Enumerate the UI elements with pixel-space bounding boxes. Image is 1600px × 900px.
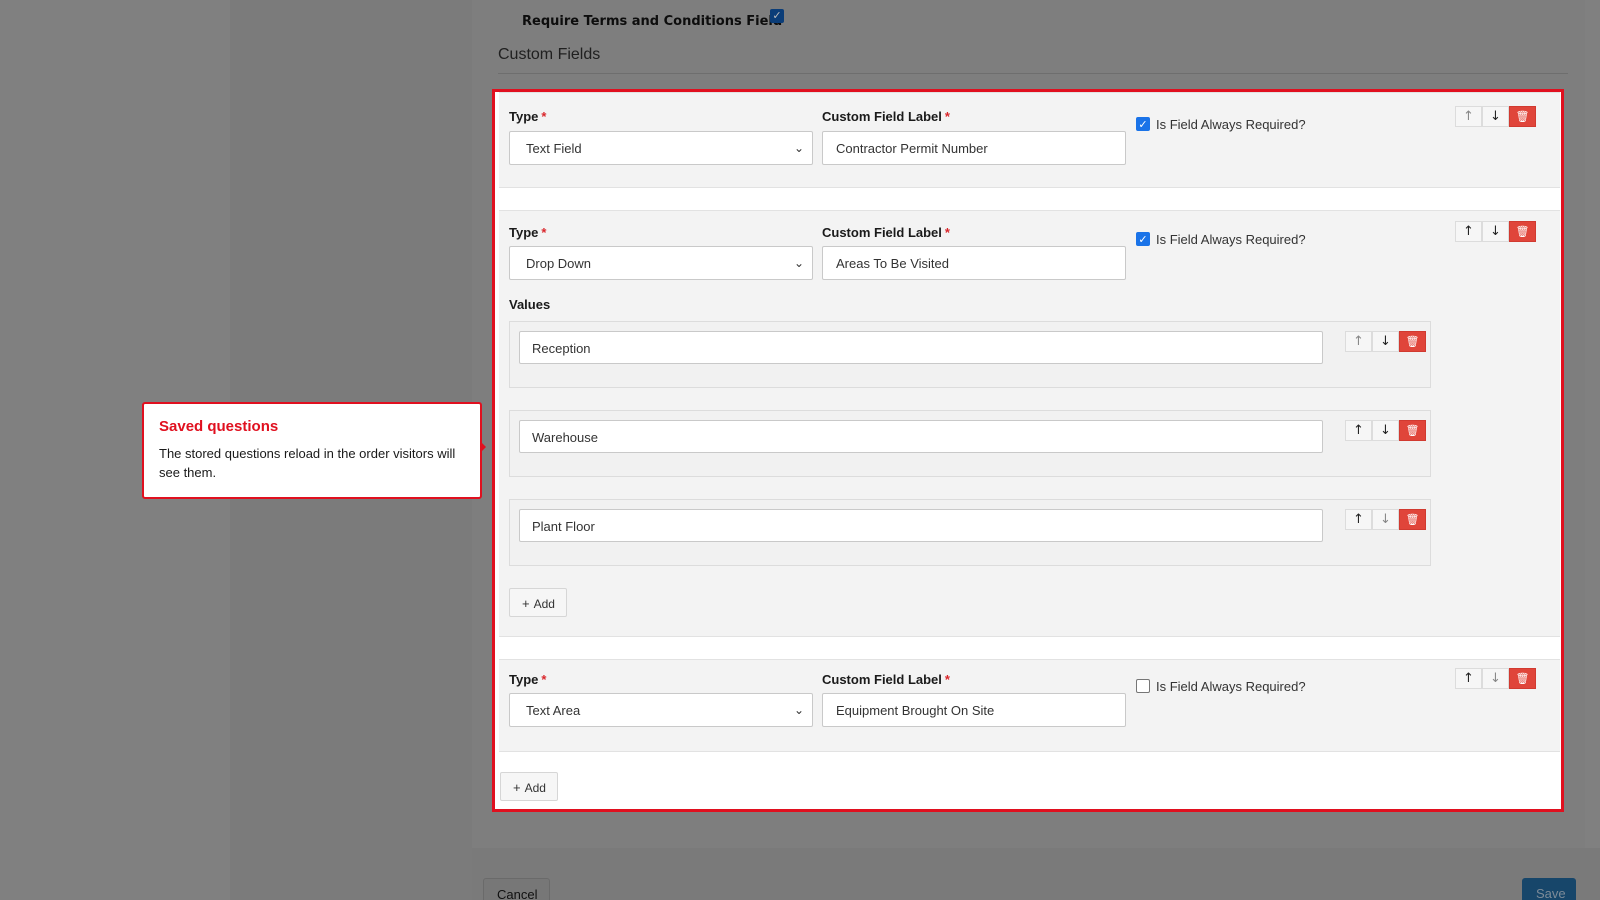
custom-fields-highlight: Type * Text Field ⌄ Custom Field Label * C… (492, 89, 1564, 812)
value-input[interactable]: Reception (519, 331, 1323, 364)
type-select[interactable]: Text Area ⌄ (509, 693, 813, 727)
cancel-button[interactable]: Cancel (483, 878, 550, 900)
always-required-checkbox[interactable]: ✓ (1136, 232, 1150, 246)
arrow-down-icon: ↓ (1490, 224, 1501, 239)
arrow-up-icon: ↑ (1353, 334, 1364, 349)
arrow-up-icon: ↑ (1353, 512, 1364, 527)
move-up-button[interactable]: ↑ (1455, 668, 1482, 689)
type-label: Type * (509, 225, 547, 240)
move-up-button[interactable]: ↑ (1345, 509, 1372, 530)
tooltip-title: Saved questions (159, 418, 279, 435)
chevron-down-icon: ⌄ (793, 703, 804, 717)
custom-field-card: Type * Text Area ⌄ Custom Field Label * Eq… (499, 659, 1560, 752)
chevron-down-icon: ⌄ (793, 256, 804, 270)
arrow-down-icon: ↓ (1490, 671, 1501, 686)
arrow-down-icon: ↓ (1490, 109, 1501, 124)
move-up-button[interactable]: ↑ (1345, 420, 1372, 441)
arrow-up-icon: ↑ (1463, 109, 1474, 124)
custom-field-card: Type * Text Field ⌄ Custom Field Label * C… (499, 92, 1560, 188)
delete-button[interactable]: 🗑 (1509, 221, 1536, 242)
delete-button[interactable]: 🗑 (1399, 420, 1426, 441)
section-divider (498, 73, 1568, 74)
move-down-button[interactable]: ↓ (1482, 221, 1509, 242)
move-up-button[interactable]: ↑ (1455, 106, 1482, 127)
field-action-buttons: ↑ ↓ 🗑 (1455, 668, 1536, 689)
always-required-checkbox[interactable] (1136, 679, 1150, 693)
move-down-button[interactable]: ↓ (1482, 106, 1509, 127)
value-input[interactable]: Warehouse (519, 420, 1323, 453)
move-up-button[interactable]: ↑ (1455, 221, 1482, 242)
value-action-buttons: ↑ ↓ 🗑 (1345, 420, 1426, 441)
trash-icon: 🗑 (1515, 672, 1530, 685)
move-down-button[interactable]: ↓ (1372, 420, 1399, 441)
trash-icon: 🗑 (1405, 335, 1420, 348)
value-action-buttons: ↑ ↓ 🗑 (1345, 509, 1426, 530)
value-input[interactable]: Plant Floor (519, 509, 1323, 542)
save-button[interactable]: Save (1522, 878, 1576, 900)
trash-icon: 🗑 (1515, 225, 1530, 238)
custom-field-card: Type * Drop Down ⌄ Custom Field Label * Ar… (499, 210, 1560, 637)
always-required-label: Is Field Always Required? (1156, 232, 1306, 247)
trash-icon: 🗑 (1405, 424, 1420, 437)
plus-icon: + (522, 596, 530, 611)
always-required-checkbox[interactable]: ✓ (1136, 117, 1150, 131)
add-value-button[interactable]: + Add (509, 588, 567, 617)
delete-button[interactable]: 🗑 (1509, 106, 1536, 127)
always-required-label: Is Field Always Required? (1156, 117, 1306, 132)
checkmark-icon: ✓ (1138, 233, 1148, 246)
move-down-button[interactable]: ↓ (1372, 509, 1399, 530)
move-down-button[interactable]: ↓ (1372, 331, 1399, 352)
tooltip-pointer (481, 442, 486, 452)
plus-icon: + (513, 780, 521, 795)
arrow-up-icon: ↑ (1463, 224, 1474, 239)
type-label: Type * (509, 672, 547, 687)
delete-button[interactable]: 🗑 (1399, 509, 1426, 530)
value-item: Warehouse ↑ ↓ 🗑 (509, 410, 1431, 477)
delete-button[interactable]: 🗑 (1509, 668, 1536, 689)
arrow-down-icon: ↓ (1380, 512, 1391, 527)
checkmark-icon: ✓ (772, 9, 782, 22)
custom-field-label-input[interactable]: Areas To Be Visited (822, 246, 1126, 280)
custom-field-label-label: Custom Field Label * (822, 225, 950, 240)
checkmark-icon: ✓ (1138, 118, 1148, 131)
chevron-down-icon: ⌄ (793, 141, 804, 155)
terms-checkbox[interactable]: ✓ (770, 9, 784, 23)
custom-field-label-input[interactable]: Equipment Brought On Site (822, 693, 1126, 727)
trash-icon: 🗑 (1405, 513, 1420, 526)
arrow-down-icon: ↓ (1380, 334, 1391, 349)
tour-tooltip: Saved questions The stored questions rel… (142, 402, 482, 499)
always-required-label: Is Field Always Required? (1156, 679, 1306, 694)
value-item: Reception ↑ ↓ 🗑 (509, 321, 1431, 388)
add-custom-field-button[interactable]: + Add (500, 772, 558, 801)
move-up-button[interactable]: ↑ (1345, 331, 1372, 352)
field-action-buttons: ↑ ↓ 🗑 (1455, 106, 1536, 127)
type-select[interactable]: Drop Down ⌄ (509, 246, 813, 280)
field-action-buttons: ↑ ↓ 🗑 (1455, 221, 1536, 242)
arrow-up-icon: ↑ (1463, 671, 1474, 686)
terms-field-label: Require Terms and Conditions Field (522, 14, 783, 29)
arrow-down-icon: ↓ (1380, 423, 1391, 438)
custom-field-label-label: Custom Field Label * (822, 109, 950, 124)
value-action-buttons: ↑ ↓ 🗑 (1345, 331, 1426, 352)
footer-backdrop (472, 848, 1600, 900)
tooltip-body: The stored questions reload in the order… (159, 446, 456, 480)
move-down-button[interactable]: ↓ (1482, 668, 1509, 689)
value-item: Plant Floor ↑ ↓ 🗑 (509, 499, 1431, 566)
custom-fields-heading: Custom Fields (498, 46, 601, 63)
trash-icon: 🗑 (1515, 110, 1530, 123)
custom-field-label-label: Custom Field Label * (822, 672, 950, 687)
type-select[interactable]: Text Field ⌄ (509, 131, 813, 165)
type-label: Type * (509, 109, 547, 124)
custom-field-label-input[interactable]: Contractor Permit Number (822, 131, 1126, 165)
values-label: Values (509, 297, 551, 312)
delete-button[interactable]: 🗑 (1399, 331, 1426, 352)
arrow-up-icon: ↑ (1353, 423, 1364, 438)
